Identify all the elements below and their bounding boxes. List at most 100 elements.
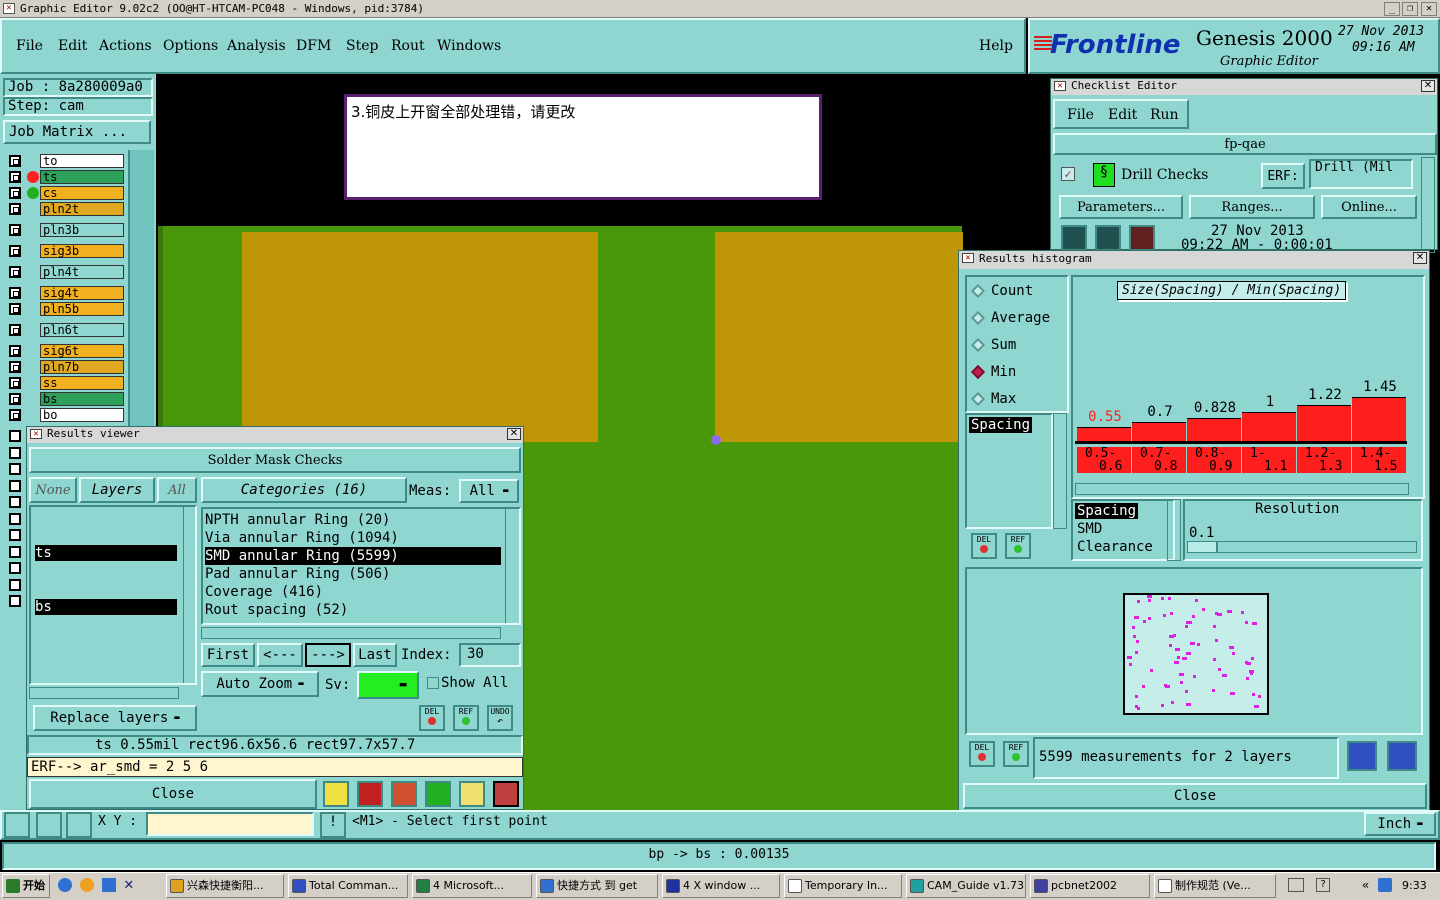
layer-name[interactable]: ts [40, 170, 124, 184]
menu-edit[interactable]: Edit [58, 38, 87, 54]
layer-name[interactable]: pln5b [40, 302, 124, 316]
layer-checkbox[interactable] [9, 245, 21, 257]
tool-icon-4[interactable] [425, 781, 451, 807]
histogram-bar[interactable] [1132, 422, 1186, 441]
histogram-close-button[interactable]: Close [963, 783, 1427, 809]
close-icon[interactable]: ✕ [1413, 252, 1427, 264]
run-icon-1[interactable] [1061, 225, 1087, 251]
auto-zoom-dropdown[interactable]: Auto Zoom ▬ [201, 671, 319, 697]
measure-select-vscroll[interactable] [1167, 499, 1181, 561]
measure-select-item[interactable]: SMD [1075, 521, 1104, 537]
grid-tool-icon[interactable] [66, 812, 92, 838]
job-matrix-button[interactable]: Job Matrix ... [3, 120, 151, 144]
layer-row-bo[interactable]: bo [6, 408, 124, 422]
resolution-slider[interactable] [1187, 541, 1417, 553]
checklist-menu-file[interactable]: File [1067, 107, 1094, 123]
tray-help-icon[interactable]: ? [1316, 878, 1330, 892]
layer-checkbox[interactable] [9, 266, 21, 278]
categories-button[interactable]: Categories (16) [201, 477, 407, 503]
layer-checkbox[interactable] [9, 377, 21, 389]
category-item[interactable]: Rout spacing (52) [205, 601, 501, 619]
taskbar-item[interactable]: Total Comman... [288, 874, 408, 898]
prev-button[interactable]: <--- [257, 643, 303, 667]
checklist-menu-edit[interactable]: Edit [1108, 107, 1137, 123]
layer-name[interactable]: pln4t [40, 265, 124, 279]
next-button[interactable]: ---> [305, 643, 351, 667]
undo-icon[interactable]: UNDO ↶ [487, 705, 513, 731]
menu-rout[interactable]: Rout [391, 38, 425, 54]
ref-icon[interactable]: REF [1003, 741, 1029, 767]
tool-icon-2[interactable] [357, 781, 383, 807]
layer-row-pln6t[interactable]: pln6t [6, 323, 124, 337]
layer-checkbox[interactable] [9, 303, 21, 315]
layer-row-pln4t[interactable]: pln4t [6, 265, 124, 279]
taskbar-item[interactable]: 制作规范 (Ve... [1154, 874, 1276, 898]
layer-list[interactable]: ts bs [29, 505, 197, 685]
layer-item-bs[interactable]: bs [35, 599, 177, 615]
category-list[interactable]: NPTH annular Ring (20) Via annular Ring (… [201, 507, 521, 625]
layer-row-ts[interactable]: ts [6, 170, 124, 184]
menu-step[interactable]: Step [346, 38, 378, 54]
menu-file[interactable]: File [16, 38, 43, 54]
taskbar-item[interactable]: 兴森快捷衡阳... [166, 874, 284, 898]
run-icon-2[interactable] [1095, 225, 1121, 251]
menu-analysis[interactable]: Analysis [227, 38, 286, 54]
layer-checkbox[interactable] [9, 155, 21, 167]
parameters-button[interactable]: Parameters... [1059, 195, 1183, 219]
taskbar-item[interactable]: 4 X window ... [662, 874, 780, 898]
first-button[interactable]: First [201, 643, 255, 667]
zoom-fit-icon[interactable] [1347, 741, 1377, 771]
layer-checkbox[interactable] [9, 203, 21, 215]
zoom-back-icon[interactable] [1387, 741, 1417, 771]
measure-list-vscroll[interactable] [1053, 413, 1067, 529]
histogram-bar[interactable] [1077, 427, 1131, 441]
histogram-bar[interactable] [1297, 404, 1351, 441]
layer-name[interactable]: ss [40, 376, 124, 390]
layer-checkbox[interactable] [9, 224, 21, 236]
layer-list-hscroll[interactable] [29, 687, 179, 699]
layer-name[interactable]: to [40, 154, 124, 168]
taskbar-item[interactable]: CAM_Guide v1.73 [906, 874, 1026, 898]
layer-item-ts[interactable]: ts [35, 545, 177, 561]
ref-icon[interactable]: REF [1005, 533, 1031, 559]
all-button[interactable]: All [157, 477, 197, 503]
histogram-icon[interactable] [493, 781, 519, 807]
layer-checkbox-lower[interactable] [9, 479, 21, 492]
layer-row-sig6t[interactable]: sig6t [6, 344, 124, 358]
layer-name[interactable]: sig6t [40, 344, 124, 358]
tray-keyboard-icon[interactable] [1288, 878, 1304, 892]
layer-name[interactable]: pln3b [40, 223, 124, 237]
layer-checkbox-lower[interactable] [9, 446, 21, 459]
slider-thumb[interactable] [1188, 542, 1218, 552]
quicklaunch-2-icon[interactable] [80, 878, 94, 892]
histogram-bar[interactable] [1242, 412, 1296, 441]
layer-row-sig3b[interactable]: sig3b [6, 244, 124, 258]
layer-checkbox-lower[interactable] [9, 545, 21, 558]
menu-windows[interactable]: Windows [437, 38, 501, 54]
tool-icon-5[interactable] [459, 781, 485, 807]
close-window-button[interactable]: ✕ [1421, 2, 1437, 16]
layers-button[interactable]: Layers [79, 477, 155, 503]
del-icon[interactable]: DEL [969, 741, 995, 767]
tray-expand-icon[interactable]: « [1362, 878, 1369, 892]
quicklaunch-3-icon[interactable] [102, 878, 116, 892]
layer-name[interactable]: bo [40, 408, 124, 422]
layer-row-sig4t[interactable]: sig4t [6, 286, 124, 300]
layer-name[interactable]: pln6t [40, 323, 124, 337]
layer-checkbox-lower[interactable] [9, 562, 21, 574]
close-icon[interactable]: ✕ [1421, 80, 1435, 92]
layer-row-bs[interactable]: bs [6, 392, 124, 406]
tray-network-icon[interactable] [1378, 878, 1392, 892]
none-button[interactable]: None [29, 477, 77, 503]
draw-tool-icon[interactable] [36, 812, 62, 838]
sv-color-dropdown[interactable]: ▬ [357, 671, 419, 699]
layer-checkbox-lower[interactable] [9, 578, 21, 591]
replace-layers-dropdown[interactable]: Replace layers ▬ [33, 705, 197, 731]
start-button[interactable]: 开始 [2, 874, 50, 898]
layer-row-ss[interactable]: ss [6, 376, 124, 390]
layer-row-pln7b[interactable]: pln7b [6, 360, 124, 374]
maximize-button[interactable]: ❐ [1402, 2, 1418, 16]
layer-checkbox[interactable] [9, 324, 21, 336]
measure-select-item[interactable]: Clearance [1075, 539, 1155, 555]
layer-list-vscroll[interactable] [183, 507, 195, 683]
